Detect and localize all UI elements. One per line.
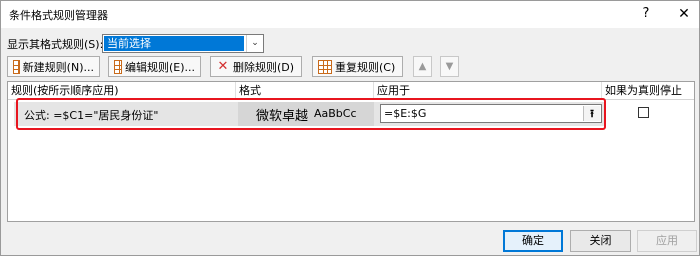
ok-button[interactable]: 确定: [503, 230, 563, 252]
column-header-rule: 规则(按所示顺序应用): [8, 82, 236, 99]
new-rule-button[interactable]: 新建规则(N)...: [7, 56, 100, 77]
move-up-button[interactable]: ▲: [413, 56, 432, 77]
column-header-stop-if-true: 如果为真则停止: [605, 84, 682, 97]
delete-rule-label: 删除规则(D): [233, 60, 295, 74]
apply-button[interactable]: 应用: [637, 230, 697, 252]
highlight-outline: [16, 98, 606, 130]
edit-rule-label: 编辑规则(E)...: [124, 60, 195, 74]
show-rules-label: 显示其格式规则(S):: [7, 38, 104, 51]
edit-rule-button[interactable]: 编辑规则(E)...: [108, 56, 201, 77]
conditional-formatting-rules-manager-dialog: 条件格式规则管理器 ? ✕ 显示其格式规则(S): 当前选择 ⌄ 新建规则(N)…: [0, 0, 700, 256]
new-rule-label: 新建规则(N)...: [22, 60, 94, 74]
column-header-format: 格式: [236, 82, 374, 99]
show-rules-dropdown[interactable]: 当前选择 ⌄: [102, 34, 264, 53]
new-rule-icon: [13, 59, 20, 74]
show-rules-selected-value: 当前选择: [104, 36, 244, 51]
delete-rule-button[interactable]: ✕ 删除规则(D): [210, 56, 302, 77]
chevron-down-icon[interactable]: ⌄: [246, 35, 263, 52]
close-button[interactable]: 关闭: [570, 230, 631, 252]
stop-if-true-checkbox[interactable]: [638, 107, 649, 118]
column-header-applies-to: 应用于: [374, 82, 602, 99]
delete-x-icon: ✕: [217, 58, 229, 74]
move-down-button[interactable]: ▼: [440, 56, 459, 77]
edit-rule-icon: [114, 59, 122, 74]
duplicate-rule-icon: [318, 59, 332, 74]
title-bar: 条件格式规则管理器 ? ✕: [1, 1, 699, 28]
window-title: 条件格式规则管理器: [9, 9, 108, 22]
help-icon[interactable]: ?: [637, 5, 655, 23]
duplicate-rule-label: 重复规则(C): [335, 60, 396, 74]
close-icon[interactable]: ✕: [675, 5, 693, 23]
duplicate-rule-button[interactable]: 重复规则(C): [312, 56, 403, 77]
